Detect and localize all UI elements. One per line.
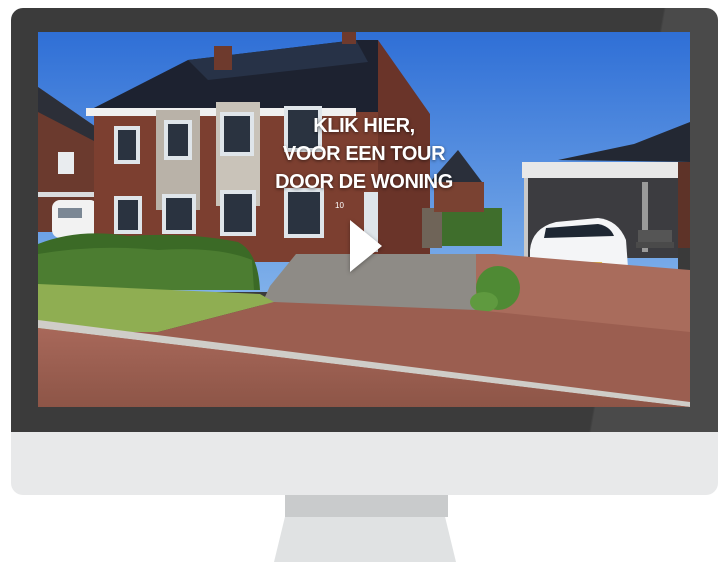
house-number: 10 bbox=[335, 201, 344, 210]
cta-line-2: VOOR EEN TOUR bbox=[282, 143, 446, 165]
monitor-stand-base bbox=[274, 517, 456, 562]
cta-line-3: DOOR DE WONING bbox=[275, 171, 453, 193]
play-icon[interactable] bbox=[350, 220, 382, 272]
cta-line-1: KLIK HIER, bbox=[313, 115, 415, 137]
tour-cta-text[interactable]: KLIK HIER, VOOR EEN TOUR DOOR DE WONING bbox=[233, 112, 495, 196]
video-tour-thumbnail[interactable]: 10 KLIK HIER, VOOR EEN TOUR DOOR DE WONI… bbox=[38, 32, 690, 407]
monitor-stand-neck bbox=[285, 495, 448, 517]
monitor-chin bbox=[11, 432, 718, 495]
